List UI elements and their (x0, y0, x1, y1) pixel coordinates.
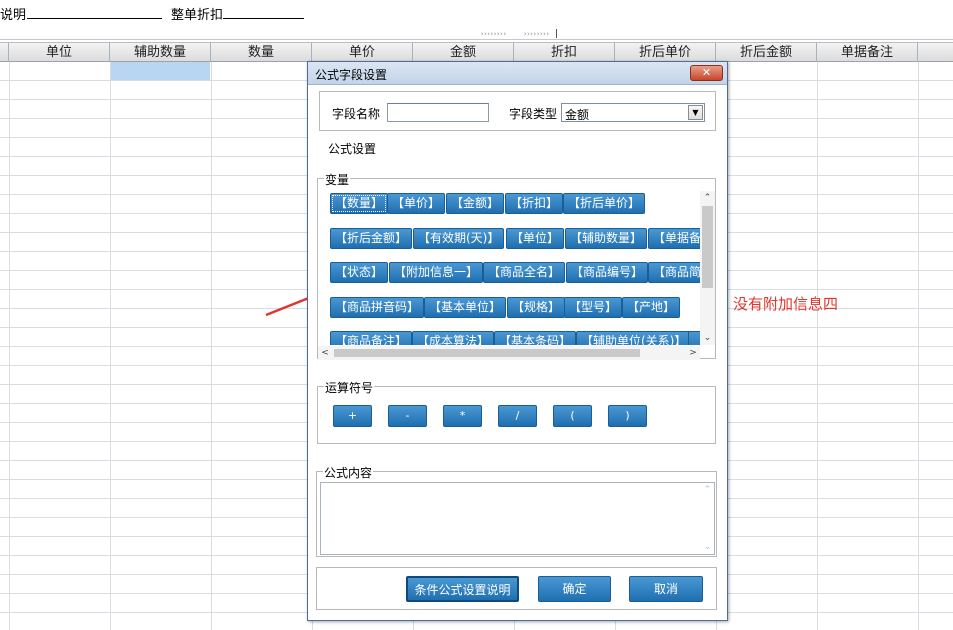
column-header-discount[interactable]: 折扣 (514, 43, 615, 62)
operators-group: 运算符号 + - * / ( ) (317, 379, 716, 444)
column-header-bill-note[interactable]: 单据备注 (817, 43, 918, 62)
grid-column-divider (817, 62, 818, 630)
variable-extra-info-one-button[interactable]: 【附加信息一】 (389, 262, 484, 283)
arrow-down-icon[interactable]: ⌄ (700, 542, 715, 552)
variable-base-barcode-button[interactable]: 【基本条码】 (494, 331, 577, 345)
splitter-caret (556, 29, 557, 38)
operator-left-paren-button[interactable]: ( (553, 405, 592, 427)
formula-settings-label: 公式设置 (328, 142, 377, 156)
column-header-price[interactable]: 单价 (312, 43, 413, 62)
variables-label: 变量 (324, 171, 351, 188)
grid-column-divider (211, 62, 212, 630)
variable-more-button[interactable]: 【 (688, 331, 700, 345)
operator-right-paren-button[interactable]: ) (608, 405, 647, 427)
variable-discounted-price-button[interactable]: 【折后单价】 (563, 193, 646, 214)
variable-status-button[interactable]: 【状态】 (330, 262, 389, 283)
vertical-scroll-thumb[interactable] (702, 206, 713, 288)
grid-column-divider (918, 62, 919, 630)
variables-vertical-scrollbar[interactable]: ⌃ ⌄ (700, 191, 715, 345)
variable-cost-method-button[interactable]: 【成本算法】 (412, 331, 495, 345)
variable-validity-days-button[interactable]: 【有效期(天)】 (413, 228, 505, 249)
variable-product-pinyin-button[interactable]: 【商品拼音码】 (330, 297, 425, 318)
formula-content-group: 公式内容 ⌃ ⌄ (316, 464, 717, 557)
variable-product-fullname-button[interactable]: 【商品全名】 (483, 262, 566, 283)
operator-multiply-button[interactable]: * (443, 405, 482, 427)
variable-aux-unit-relation-button[interactable]: 【辅助单位(关系)】 (576, 331, 692, 345)
dialog-titlebar[interactable]: 公式字段设置 ✕ (308, 62, 727, 85)
chevron-down-icon[interactable]: ▼ (688, 105, 703, 120)
field-info-group: 字段名称 字段类型 金额 ▼ (319, 91, 716, 131)
panel-splitter[interactable]: ›››››››› ›››››››› (0, 28, 953, 40)
note-label: 说明 (0, 8, 27, 23)
column-header-discounted-price[interactable]: 折后单价 (615, 43, 716, 62)
splitter-bar (0, 39, 953, 40)
variable-aux-quantity-button[interactable]: 【辅助数量】 (565, 228, 648, 249)
arrow-left-icon[interactable]: < (318, 346, 332, 360)
variables-group: 变量 【数量】 【单价】 【金额】 【折扣】 【折后单价】 【折后金额】 【有效… (317, 171, 716, 360)
variable-unit-button[interactable]: 【单位】 (506, 228, 565, 249)
variable-model-button[interactable]: 【型号】 (564, 297, 623, 318)
grid-column-divider (110, 62, 111, 630)
grid-column-divider (9, 62, 10, 630)
operator-minus-button[interactable]: - (388, 405, 427, 427)
variable-amount-button[interactable]: 【金额】 (446, 193, 505, 214)
horizontal-scroll-thumb[interactable] (334, 349, 640, 357)
variable-bill-note-button[interactable]: 【单据备注】 (648, 228, 700, 249)
arrow-right-icon[interactable]: > (686, 346, 700, 360)
column-header-unit[interactable]: 单位 (9, 43, 110, 62)
cancel-button[interactable]: 取消 (629, 576, 703, 602)
operator-plus-button[interactable]: + (333, 405, 372, 427)
note-field-line[interactable] (27, 18, 162, 19)
dialog-title: 公式字段设置 (315, 68, 388, 82)
splitter-grip-right: ›››››››› (523, 30, 550, 38)
arrow-up-icon[interactable]: ⌃ (700, 485, 715, 495)
field-type-select[interactable]: 金额 ▼ (561, 103, 705, 122)
column-header-amount[interactable]: 金额 (413, 43, 514, 62)
column-header-aux-quantity[interactable]: 辅助数量 (110, 43, 211, 62)
operators-label: 运算符号 (324, 379, 375, 396)
annotation-text: 没有附加信息四 (733, 295, 839, 313)
document-info-bar: 说明 整单折扣 (0, 0, 953, 28)
arrow-down-icon[interactable]: ⌄ (700, 331, 715, 345)
column-header-quantity[interactable]: 数量 (211, 43, 312, 62)
splitter-grip-left: ›››››››› (480, 30, 507, 38)
discount-field-line[interactable] (223, 18, 304, 19)
close-button[interactable]: ✕ (690, 65, 723, 81)
variable-product-code-button[interactable]: 【商品编号】 (566, 262, 649, 283)
variable-price-button[interactable]: 【单价】 (387, 193, 446, 214)
formula-field-dialog: 公式字段设置 ✕ 字段名称 字段类型 金额 ▼ 公式设置 变量 【数量】 【单价… (307, 61, 728, 621)
formula-help-button[interactable]: 条件公式设置说明 (406, 576, 519, 602)
variable-base-unit-button[interactable]: 【基本单位】 (424, 297, 507, 318)
operator-divide-button[interactable]: / (498, 405, 537, 427)
dialog-footer: 条件公式设置说明 确定 取消 (316, 567, 717, 610)
formula-content-scrollbar[interactable]: ⌃ ⌄ (700, 483, 715, 554)
field-name-input[interactable] (387, 103, 489, 122)
discount-label: 整单折扣 (171, 8, 224, 23)
field-name-label: 字段名称 (332, 107, 381, 121)
formula-content-textarea[interactable] (320, 482, 715, 555)
column-header-discounted-amount[interactable]: 折后金额 (716, 43, 817, 62)
ok-button[interactable]: 确定 (538, 576, 611, 602)
close-icon: ✕ (701, 66, 712, 79)
formula-content-label: 公式内容 (323, 464, 374, 481)
variables-horizontal-scrollbar[interactable]: < > (318, 346, 700, 360)
variable-product-note-button[interactable]: 【商品备注】 (330, 331, 413, 345)
variable-discounted-amount-button[interactable]: 【折后金额】 (330, 228, 413, 249)
field-type-value: 金额 (565, 108, 590, 122)
grid-header: 单位 辅助数量 数量 单价 金额 折扣 折后单价 折后金额 单据备注 (0, 42, 953, 62)
variable-quantity-button[interactable]: 【数量】 (330, 193, 389, 214)
variable-spec-button[interactable]: 【规格】 (507, 297, 566, 318)
variable-product-shortname-button[interactable]: 【商品简名】 (648, 262, 700, 283)
variables-area[interactable]: 【数量】 【单价】 【金额】 【折扣】 【折后单价】 【折后金额】 【有效期(天… (326, 191, 700, 345)
variable-origin-button[interactable]: 【产地】 (622, 297, 681, 318)
field-type-label: 字段类型 (509, 107, 558, 121)
grid-header-spacer (0, 43, 9, 62)
variable-discount-button[interactable]: 【折扣】 (505, 193, 564, 214)
arrow-up-icon[interactable]: ⌃ (700, 191, 715, 205)
